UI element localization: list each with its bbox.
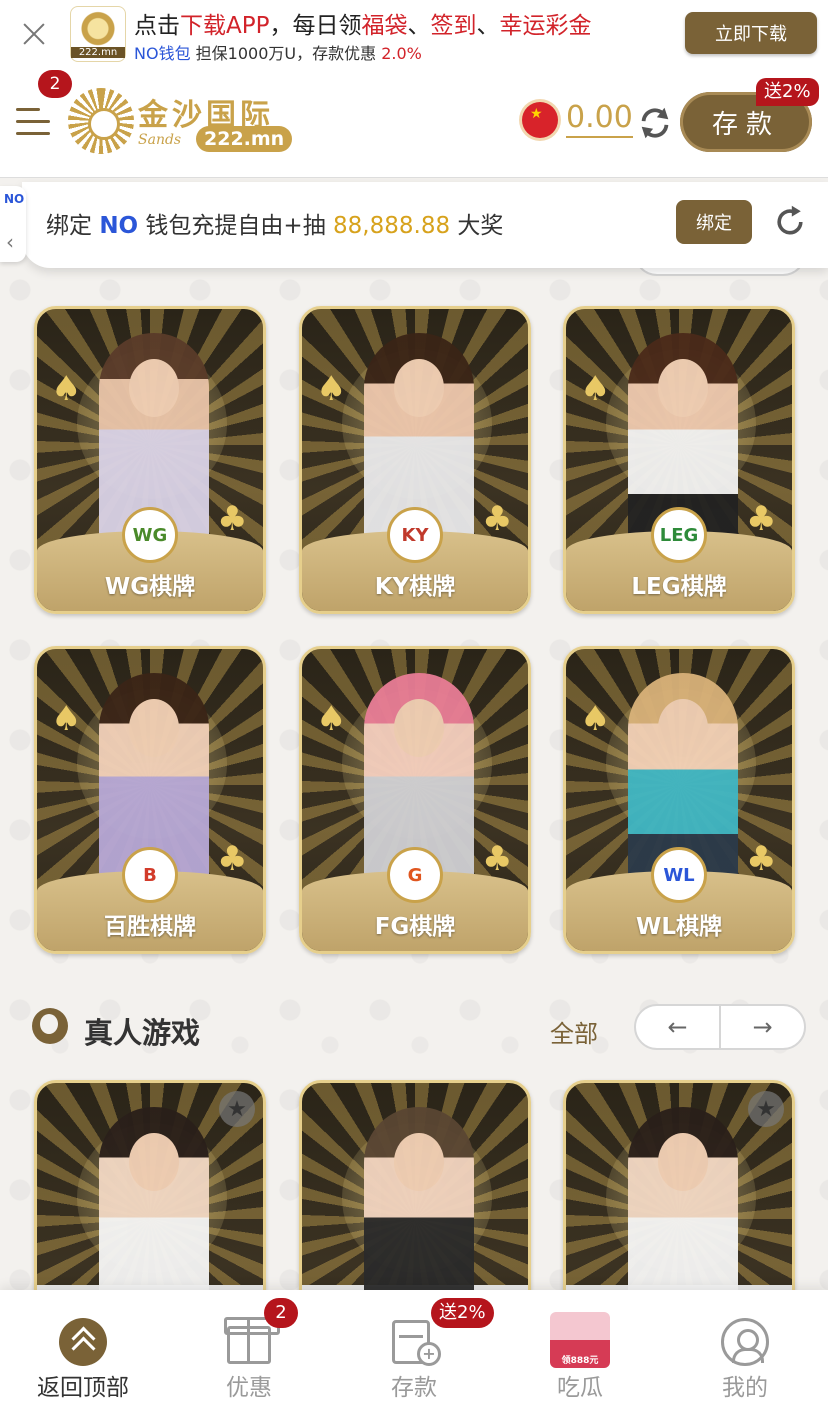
bottom-navigation: 返回顶部 2 优惠 + 送2% 存款 领888元 吃瓜 我的	[0, 1290, 828, 1428]
no-wallet-logo: NO	[99, 213, 139, 239]
jackpot-amount: 88,888.88	[333, 213, 451, 239]
menu-badge: 2	[38, 70, 72, 98]
refresh-icon[interactable]	[772, 204, 808, 240]
provider-logo: B	[122, 847, 178, 903]
arrow-right-icon[interactable]: →	[721, 1006, 804, 1048]
app-download-banner: 222.mn 点击下载APP，每日领福袋、签到、幸运彩金 NO钱包 担保1000…	[0, 0, 828, 70]
gift-icon	[224, 1317, 280, 1364]
provider-logo: KY	[387, 507, 443, 563]
download-now-button[interactable]: 立即下载	[685, 12, 817, 54]
brand-logo[interactable]: 金沙国际 Sands 222.mn	[68, 88, 294, 156]
game-card-baisheng[interactable]: ♠ ♣ B 百胜棋牌	[34, 646, 266, 954]
menu-icon[interactable]	[16, 102, 52, 142]
app-logo-domain: 222.mn	[71, 47, 125, 58]
nav-label: 优惠	[226, 1375, 272, 1401]
plus-icon: +	[417, 1342, 441, 1366]
game-card-leg[interactable]: ♠ ♣ LEG LEG棋牌	[563, 306, 795, 614]
game-card-wg[interactable]: ♠ ♣ WG WG棋牌	[34, 306, 266, 614]
brand-domain: 222.mn	[196, 126, 293, 152]
game-card-ky[interactable]: ♠ ♣ KY KY棋牌	[299, 306, 531, 614]
banner-subtext: 担保1000万U，存款优惠	[190, 44, 382, 63]
provider-logo: LEG	[651, 507, 707, 563]
china-flag-icon	[522, 102, 558, 138]
notice-text: 绑定 NO 钱包充提自由+抽 88,888.88 大奖	[46, 206, 503, 240]
banner-subline: NO钱包 担保1000万U，存款优惠 2.0%	[134, 40, 422, 64]
banner-text: 、	[476, 13, 500, 39]
banner-text: ，每日领	[269, 13, 362, 39]
site-header: 2 金沙国际 Sands 222.mn 0.00 存款 送2%	[0, 70, 828, 178]
profile-icon	[721, 1318, 769, 1366]
nav-deposit[interactable]: + 送2% 存款	[331, 1290, 497, 1428]
section-title-live: 真人游戏	[84, 1016, 201, 1050]
promotions-badge: 2	[264, 1298, 298, 1328]
section-pager: ← →	[634, 1004, 806, 1050]
nav-label: 吃瓜	[557, 1375, 603, 1401]
nav-profile[interactable]: 我的	[662, 1290, 828, 1428]
gossip-thumb-text: 领888元	[561, 1356, 599, 1366]
deposit-bonus-badge: 送2%	[431, 1298, 494, 1328]
refresh-icon[interactable]	[636, 104, 674, 142]
view-all-link[interactable]: 全部	[550, 1014, 598, 1049]
game-label: KY棋牌	[374, 574, 456, 600]
live-dealer-icon	[32, 1008, 68, 1044]
notice-suffix: 大奖	[450, 213, 504, 239]
banner-percent: 2.0%	[381, 44, 422, 63]
nav-label: 存款	[391, 1375, 437, 1401]
banner-text: 点击	[134, 13, 180, 39]
notice-mid: 钱包充提自由+抽	[138, 213, 334, 239]
brand-sands: Sands	[138, 132, 182, 148]
arrow-left-icon[interactable]: ←	[636, 1006, 721, 1048]
game-label: WL棋牌	[635, 914, 723, 940]
app-logo: 222.mn	[70, 6, 126, 62]
game-label: WG棋牌	[104, 574, 196, 600]
bind-button[interactable]: 绑定	[676, 200, 752, 244]
provider-logo: WG	[122, 507, 178, 563]
no-wallet-text: NO钱包	[134, 44, 191, 63]
star-icon[interactable]: ★	[748, 1091, 784, 1127]
close-icon[interactable]	[18, 18, 50, 50]
banner-text: 、	[407, 13, 431, 39]
game-label: FG棋牌	[374, 914, 456, 940]
banner-lucky-text: 幸运彩金	[499, 13, 592, 39]
nav-label: 返回顶部	[37, 1375, 129, 1401]
banner-bag-text: 福袋	[361, 13, 408, 39]
banner-checkin-text: 签到	[430, 13, 477, 39]
notice-prefix: 绑定	[46, 213, 100, 239]
back-to-top-icon	[59, 1318, 107, 1366]
notice-side-tab[interactable]: NO ‹	[0, 186, 26, 262]
game-card-wl[interactable]: ♠ ♣ WL WL棋牌	[563, 646, 795, 954]
deposit-bonus-badge: 送2%	[756, 78, 819, 106]
gossip-thumbnail: 领888元	[550, 1312, 610, 1368]
wallet-balance[interactable]: 0.00	[566, 100, 633, 138]
chevron-left-icon: ‹	[6, 230, 14, 254]
nav-gossip[interactable]: 领888元 吃瓜	[497, 1290, 663, 1428]
nav-back-to-top[interactable]: 返回顶部	[0, 1290, 166, 1428]
game-card-fg[interactable]: ♠ ♣ G FG棋牌	[299, 646, 531, 954]
provider-logo: G	[387, 847, 443, 903]
no-wallet-mini-logo: NO	[4, 192, 25, 206]
nav-promotions[interactable]: 2 优惠	[166, 1290, 332, 1428]
game-label: LEG棋牌	[631, 574, 727, 600]
banner-headline: 点击下载APP，每日领福袋、签到、幸运彩金	[134, 6, 591, 40]
nav-label: 我的	[722, 1375, 768, 1401]
game-label: 百胜棋牌	[104, 914, 196, 940]
sun-logo-icon	[68, 88, 134, 154]
bind-wallet-notice: 绑定 NO 钱包充提自由+抽 88,888.88 大奖 绑定	[22, 182, 828, 268]
banner-download-text: 下载APP	[180, 13, 270, 39]
provider-logo: WL	[651, 847, 707, 903]
star-icon[interactable]: ★	[219, 1091, 255, 1127]
